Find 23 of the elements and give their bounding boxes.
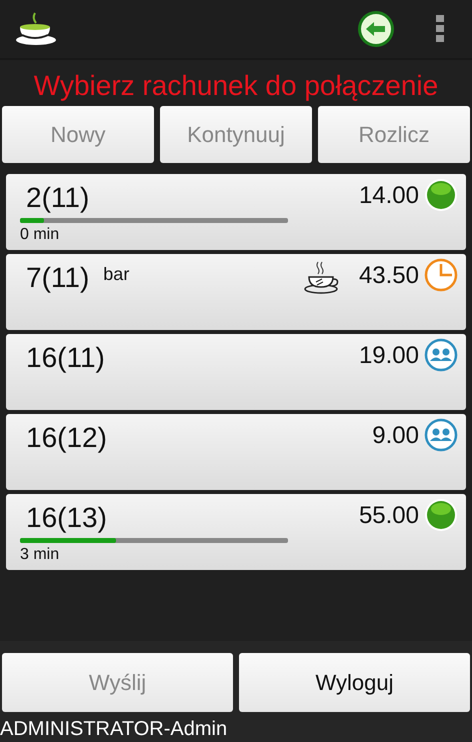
bill-card[interactable]: 16(11) 19.00 — [6, 334, 466, 410]
bill-name: 7(11) — [26, 262, 90, 294]
bill-card[interactable]: 2(11) 14.00 0 min — [6, 174, 466, 250]
screen-title: Wybierz rachunek do połączenie — [32, 69, 440, 103]
bill-amount: 9.00 — [372, 422, 419, 450]
overflow-menu-icon[interactable] — [436, 15, 444, 43]
bill-card[interactable]: 16(12) 9.00 — [6, 414, 466, 490]
bill-card[interactable]: 16(13) 55.00 3 min — [6, 494, 466, 570]
bill-card[interactable]: 7(11) bar 43.50 — [6, 254, 466, 330]
footer-button[interactable]: Wyloguj — [239, 653, 470, 712]
bill-note: bar — [103, 264, 130, 285]
elapsed-time: 0 min — [20, 226, 60, 244]
user-label: ADMINISTRATOR-Admin — [0, 717, 228, 742]
bill-amount: 43.50 — [358, 262, 419, 290]
bill-name: 16(12) — [26, 422, 107, 454]
bill-name: 16(13) — [26, 502, 107, 534]
bill-name: 2(11) — [26, 182, 90, 214]
bill-amount: 14.00 — [358, 182, 419, 210]
bill-amount: 55.00 — [358, 502, 419, 530]
tea-cup-icon[interactable] — [14, 11, 58, 47]
bill-amount: 19.00 — [358, 342, 419, 370]
bill-name: 16(11) — [26, 342, 105, 374]
elapsed-time: 3 min — [20, 546, 60, 564]
